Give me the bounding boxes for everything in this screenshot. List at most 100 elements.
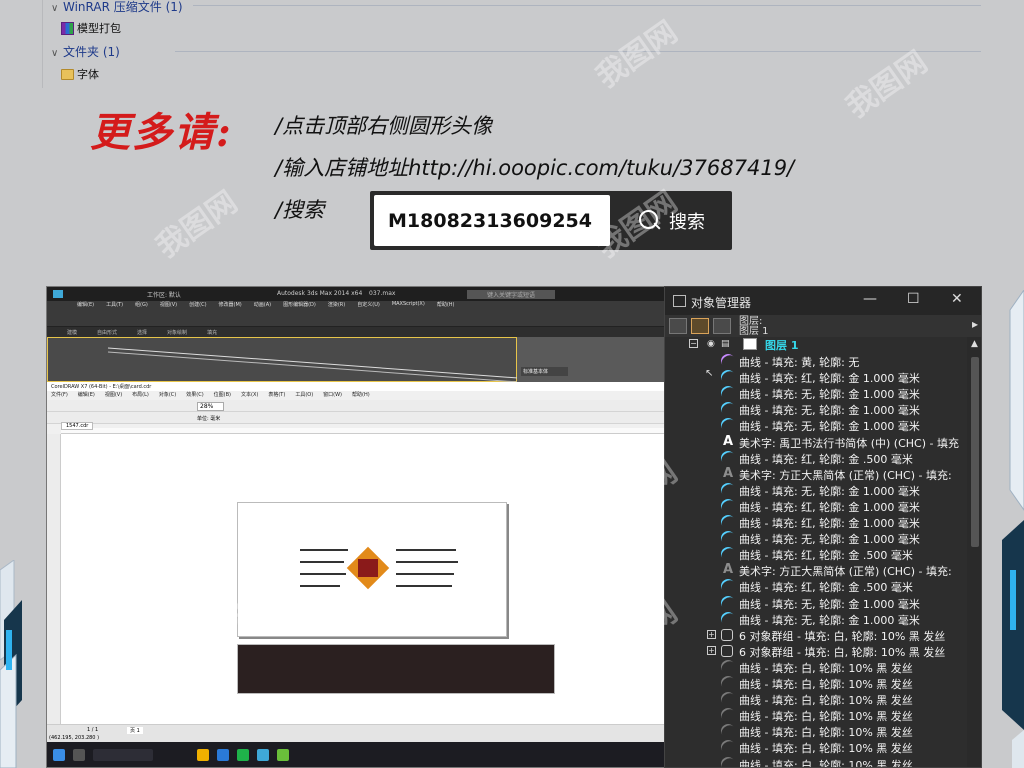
taskbar-search-box[interactable] (93, 749, 153, 761)
object-row[interactable]: 曲线 - 填充: 白, 轮廓: 10% 黑 发丝 (665, 689, 967, 709)
collapse-icon[interactable]: − (689, 339, 698, 348)
center-emblem-inner (358, 559, 378, 577)
search-button[interactable]: 搜索 (612, 191, 732, 250)
group-icon (721, 644, 733, 657)
file-item-rar[interactable]: 模型打包 (61, 20, 121, 36)
artistic-text-icon: A (722, 562, 734, 578)
object-row-label: 曲线 - 填充: 无, 轮廓: 金 1.000 毫米 (739, 597, 920, 611)
object-row[interactable]: A 美术字: 禹卫书法行书简体 (中) (CHC) - 填充 (665, 434, 967, 450)
software-screenshot: 工作区: 默认 Autodesk 3ds Max 2014 x64 037.ma… (46, 286, 666, 768)
object-row-label: 美术字: 方正大黑简体 (正常) (CHC) - 填充: (739, 565, 952, 579)
wechat-icon[interactable] (237, 749, 249, 761)
start-icon[interactable] (53, 749, 65, 761)
object-row[interactable]: 曲线 - 填充: 无, 轮廓: 金 1.000 毫米 (665, 608, 967, 629)
layer-row[interactable]: − ◉ ▤ 图层 1 (665, 337, 967, 352)
object-row-label: 6 对象群组 - 填充: 白, 轮廓: 10% 黑 发丝 (739, 629, 946, 643)
maximize-icon[interactable]: ☐ (907, 291, 920, 307)
max-search-input[interactable]: 键入关键字或短语 (467, 290, 556, 299)
max-menubar: 编辑(E) 工具(T) 组(G) 视图(V) 创建(C) 修改器(M) 动画(A… (77, 301, 455, 308)
object-row-label: 曲线 - 填充: 无, 轮廓: 金 1.000 毫米 (739, 484, 920, 498)
object-row[interactable]: 曲线 - 填充: 白, 轮廓: 10% 黑 发丝 (665, 737, 967, 758)
chevron-down-icon: ∨ (51, 3, 59, 14)
document-tab[interactable]: 1547.cdr (61, 422, 94, 430)
object-row[interactable]: 曲线 - 填充: 白, 轮廓: 10% 黑 发丝 (665, 753, 967, 768)
object-row[interactable]: 曲线 - 填充: 白, 轮廓: 10% 黑 发丝 (665, 721, 967, 742)
object-row[interactable]: 曲线 - 填充: 黄, 轮廓: 无 (665, 351, 967, 371)
curve-icon (718, 383, 738, 403)
curve-icon (718, 367, 738, 387)
object-row[interactable]: 曲线 - 填充: 红, 轮廓: 金 1.000 毫米 (665, 496, 967, 516)
winrar-archive-icon (61, 21, 74, 35)
curve-icon (718, 528, 738, 548)
curve-icon (718, 496, 738, 516)
object-row[interactable]: +6 对象群组 - 填充: 白, 轮廓: 10% 黑 发丝 (665, 627, 967, 643)
design-page-front[interactable] (237, 502, 507, 637)
curve-icon (718, 737, 738, 758)
printer-icon[interactable]: ▤ (721, 339, 730, 349)
object-row[interactable]: 曲线 - 填充: 无, 轮廓: 金 1.000 毫米 (665, 592, 967, 613)
search-icon[interactable] (73, 749, 85, 761)
layer-view-icon[interactable] (669, 318, 687, 334)
coreldraw-icon[interactable] (277, 749, 289, 761)
cursor-pointer-icon: ↖ (705, 368, 714, 380)
layer-manager-icon[interactable] (713, 318, 731, 334)
design-page-back[interactable] (237, 644, 555, 694)
object-row[interactable]: 曲线 - 填充: 红, 轮廓: 金 .500 毫米 (665, 447, 967, 468)
object-row[interactable]: 曲线 - 填充: 无, 轮廓: 金 1.000 毫米 (665, 399, 967, 420)
object-row[interactable]: 曲线 - 填充: 白, 轮廓: 10% 黑 发丝 (665, 657, 967, 677)
object-row-label: 曲线 - 填充: 红, 轮廓: 金 1.000 毫米 (739, 372, 920, 386)
object-row[interactable]: 曲线 - 填充: 红, 轮廓: 金 1.000 毫米 (665, 512, 967, 532)
curve-icon (718, 399, 738, 420)
coreldraw-property-bar: 单位: 毫米 (47, 412, 665, 424)
max-viewport[interactable] (47, 337, 519, 383)
browser-icon[interactable] (217, 749, 229, 761)
object-row[interactable]: 曲线 - 填充: 无, 轮廓: 金 1.000 毫米 (665, 415, 967, 436)
close-icon[interactable]: ✕ (951, 291, 963, 307)
object-row-label: 曲线 - 填充: 红, 轮廓: 金 1.000 毫米 (739, 500, 920, 514)
object-row-label: 曲线 - 填充: 白, 轮廓: 10% 黑 发丝 (739, 678, 913, 691)
object-row-label: 曲线 - 填充: 红, 轮廓: 金 1.000 毫米 (739, 517, 920, 530)
object-row[interactable]: A 美术字: 方正大黑简体 (正常) (CHC) - 填充: (665, 562, 967, 578)
curve-icon (718, 351, 738, 371)
artistic-text-icon: A (722, 465, 734, 481)
search-input[interactable]: M18082313609254 (374, 195, 610, 246)
object-row[interactable]: ↖ 曲线 - 填充: 红, 轮廓: 金 1.000 毫米 (665, 367, 967, 387)
edit-across-layers-icon[interactable] (691, 318, 709, 334)
object-row-label: 曲线 - 填充: 红, 轮廓: 金 .500 毫米 (739, 581, 913, 595)
units-select[interactable]: 单位: 毫米 (197, 415, 220, 422)
scroll-thumb[interactable] (971, 357, 979, 547)
object-row-label: 曲线 - 填充: 白, 轮廓: 10% 黑 发丝 (739, 758, 913, 768)
object-row[interactable]: 曲线 - 填充: 红, 轮廓: 金 .500 毫米 (665, 544, 967, 564)
object-row[interactable]: 曲线 - 填充: 白, 轮廓: 10% 黑 发丝 (665, 673, 967, 693)
object-manager-panel: 对象管理器 — ☐ ✕ 图层: 图层 1 ▸ − ◉ ▤ 图层 1 曲线 - 填充… (664, 286, 982, 768)
3dsmax-icon[interactable] (257, 749, 269, 761)
file-item-folder[interactable]: 字体 (61, 66, 99, 82)
scrollbar[interactable]: ▲ (967, 337, 981, 767)
object-row[interactable]: 曲线 - 填充: 无, 轮廓: 金 1.000 毫米 (665, 528, 967, 548)
object-row-label: 曲线 - 填充: 白, 轮廓: 10% 黑 发丝 (739, 742, 913, 756)
folder-icon[interactable] (197, 749, 209, 761)
object-row[interactable]: 曲线 - 填充: 无, 轮廓: 金 1.000 毫米 (665, 480, 967, 500)
text-line (396, 549, 456, 551)
text-line (396, 561, 458, 563)
coreldraw-canvas[interactable] (61, 434, 665, 724)
eye-icon[interactable]: ◉ (707, 339, 715, 349)
scroll-up-icon[interactable]: ▲ (971, 339, 978, 349)
curve-icon (718, 415, 738, 436)
object-row[interactable]: A 美术字: 方正大黑简体 (正常) (CHC) - 填充: (665, 466, 967, 482)
object-row[interactable]: 曲线 - 填充: 白, 轮廓: 10% 黑 发丝 (665, 705, 967, 725)
group-header-folder[interactable]: ∨ 文件夹 (1) (51, 43, 120, 60)
object-row[interactable]: 曲线 - 填充: 红, 轮廓: 金 .500 毫米 (665, 576, 967, 597)
object-row[interactable]: +6 对象群组 - 填充: 白, 轮廓: 10% 黑 发丝 (665, 643, 967, 659)
minimize-icon[interactable]: — (863, 291, 877, 307)
expand-icon[interactable]: + (707, 629, 716, 639)
object-row-label: 曲线 - 填充: 红, 轮廓: 金 .500 毫米 (739, 452, 913, 466)
layer-color-swatch[interactable] (743, 338, 757, 350)
page-tab[interactable]: 页 1 (127, 727, 143, 734)
expand-icon[interactable]: + (707, 645, 716, 655)
zoom-select[interactable]: 28% (197, 402, 225, 411)
group-header-winrar[interactable]: ∨ WinRAR 压缩文件 (1) (51, 0, 183, 15)
group-divider (193, 5, 981, 6)
object-row[interactable]: 曲线 - 填充: 无, 轮廓: 金 1.000 毫米 (665, 383, 967, 403)
flyout-arrow-icon[interactable]: ▸ (972, 317, 978, 331)
